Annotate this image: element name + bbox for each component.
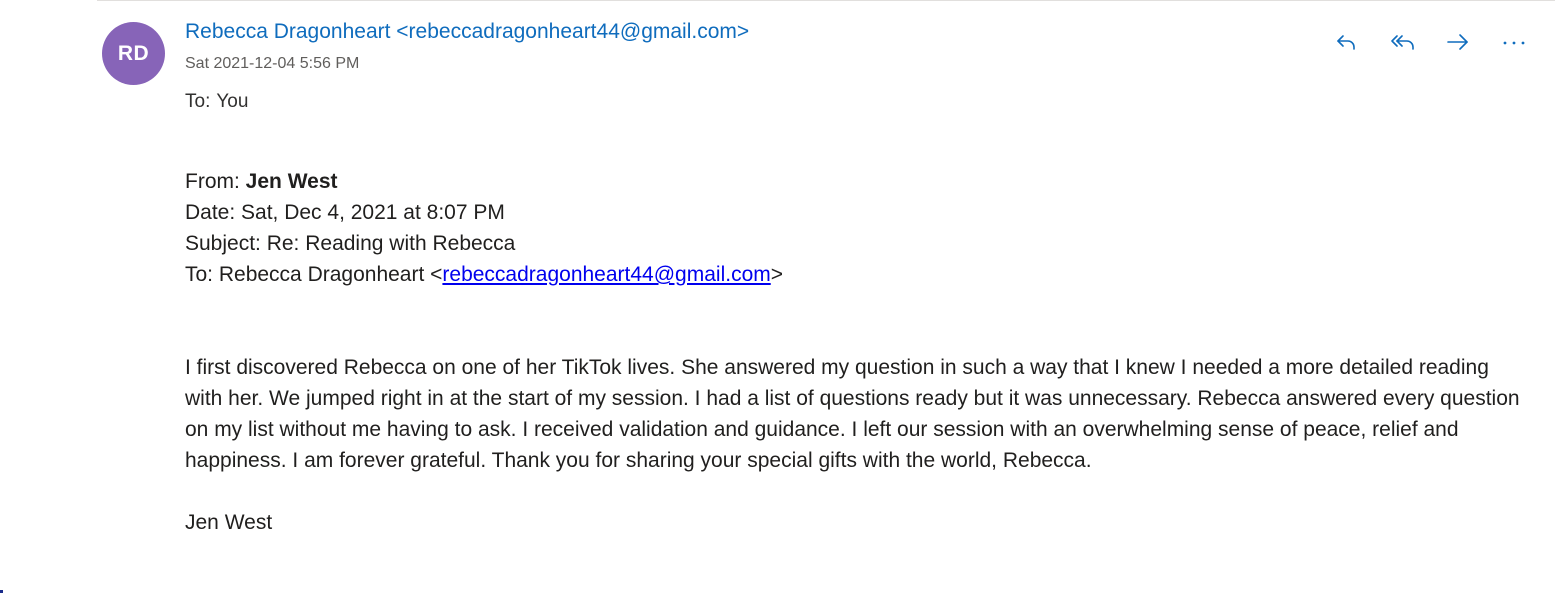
forwarded-date-line: Date: Sat, Dec 4, 2021 at 8:07 PM [185,201,505,224]
avatar[interactable]: RD [102,22,165,85]
reply-button[interactable] [1324,26,1368,58]
more-actions-icon [1503,41,1525,45]
email-reading-pane: RD Rebecca Dragonheart <rebeccadragonhea… [0,0,1555,613]
recipient-line: To: You [185,91,248,113]
sender-name[interactable]: Rebecca Dragonheart <rebeccadragonheart4… [185,20,749,44]
to-recipient[interactable]: You [216,91,248,112]
avatar-initials: RD [117,41,150,65]
forwarded-from-label: From: [185,170,240,193]
message-timestamp: Sat 2021-12-04 5:56 PM [185,55,360,72]
forwarded-to-line: To: Rebecca Dragonheart <rebeccadragonhe… [185,259,1525,290]
more-actions-button[interactable] [1492,26,1536,58]
forwarded-to-prefix: To: Rebecca Dragonheart < [185,263,443,286]
forwarded-to-suffix: > [770,263,784,286]
forward-button[interactable] [1436,26,1480,58]
message-actions [1320,26,1540,58]
forwarded-from-name: Jen West [245,170,338,193]
forwarded-from-line: From: Jen West [185,166,1525,197]
reply-icon [1337,35,1355,50]
to-label: To: [185,91,211,112]
reply-all-icon [1391,35,1414,50]
testimonial-paragraph: I first discovered Rebecca on one of her… [185,356,1520,472]
forwarded-to-email-link[interactable]: rebeccadragonheart44@gmail.com [442,263,770,286]
forwarded-subject-line: Subject: Re: Reading with Rebecca [185,232,516,255]
reply-all-button[interactable] [1381,26,1425,58]
forward-icon [1447,34,1468,50]
top-divider [97,0,1555,1]
signature: Jen West [185,511,273,534]
message-body: From: Jen West Date: Sat, Dec 4, 2021 at… [185,166,1525,538]
edge-marker [0,590,3,593]
